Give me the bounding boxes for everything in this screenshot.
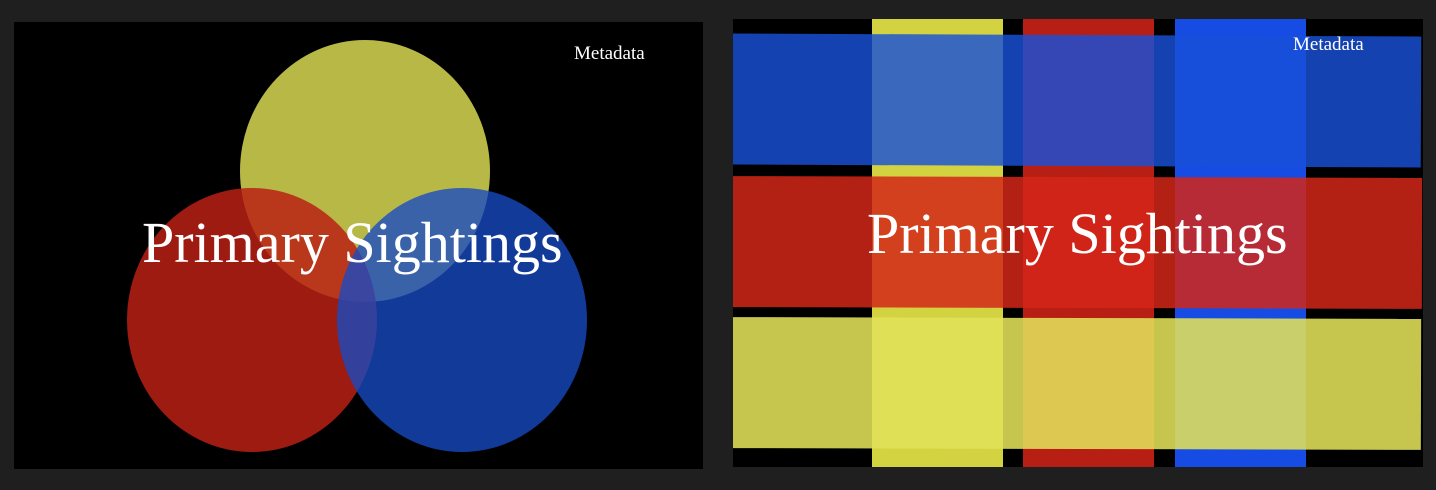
grid-slide[interactable]: Metadata Primary Sightings — [733, 19, 1423, 467]
venn-slide[interactable]: Metadata Primary Sightings — [14, 22, 703, 469]
slide-title: Primary Sightings — [142, 210, 563, 275]
metadata-label: Metadata — [574, 43, 645, 64]
metadata-label: Metadata — [1293, 34, 1364, 55]
canvas: Metadata Primary Sightings Metadata Prim… — [0, 0, 1436, 490]
yellow-horizontal-band — [733, 317, 1422, 450]
slide-title: Primary Sightings — [867, 201, 1288, 266]
